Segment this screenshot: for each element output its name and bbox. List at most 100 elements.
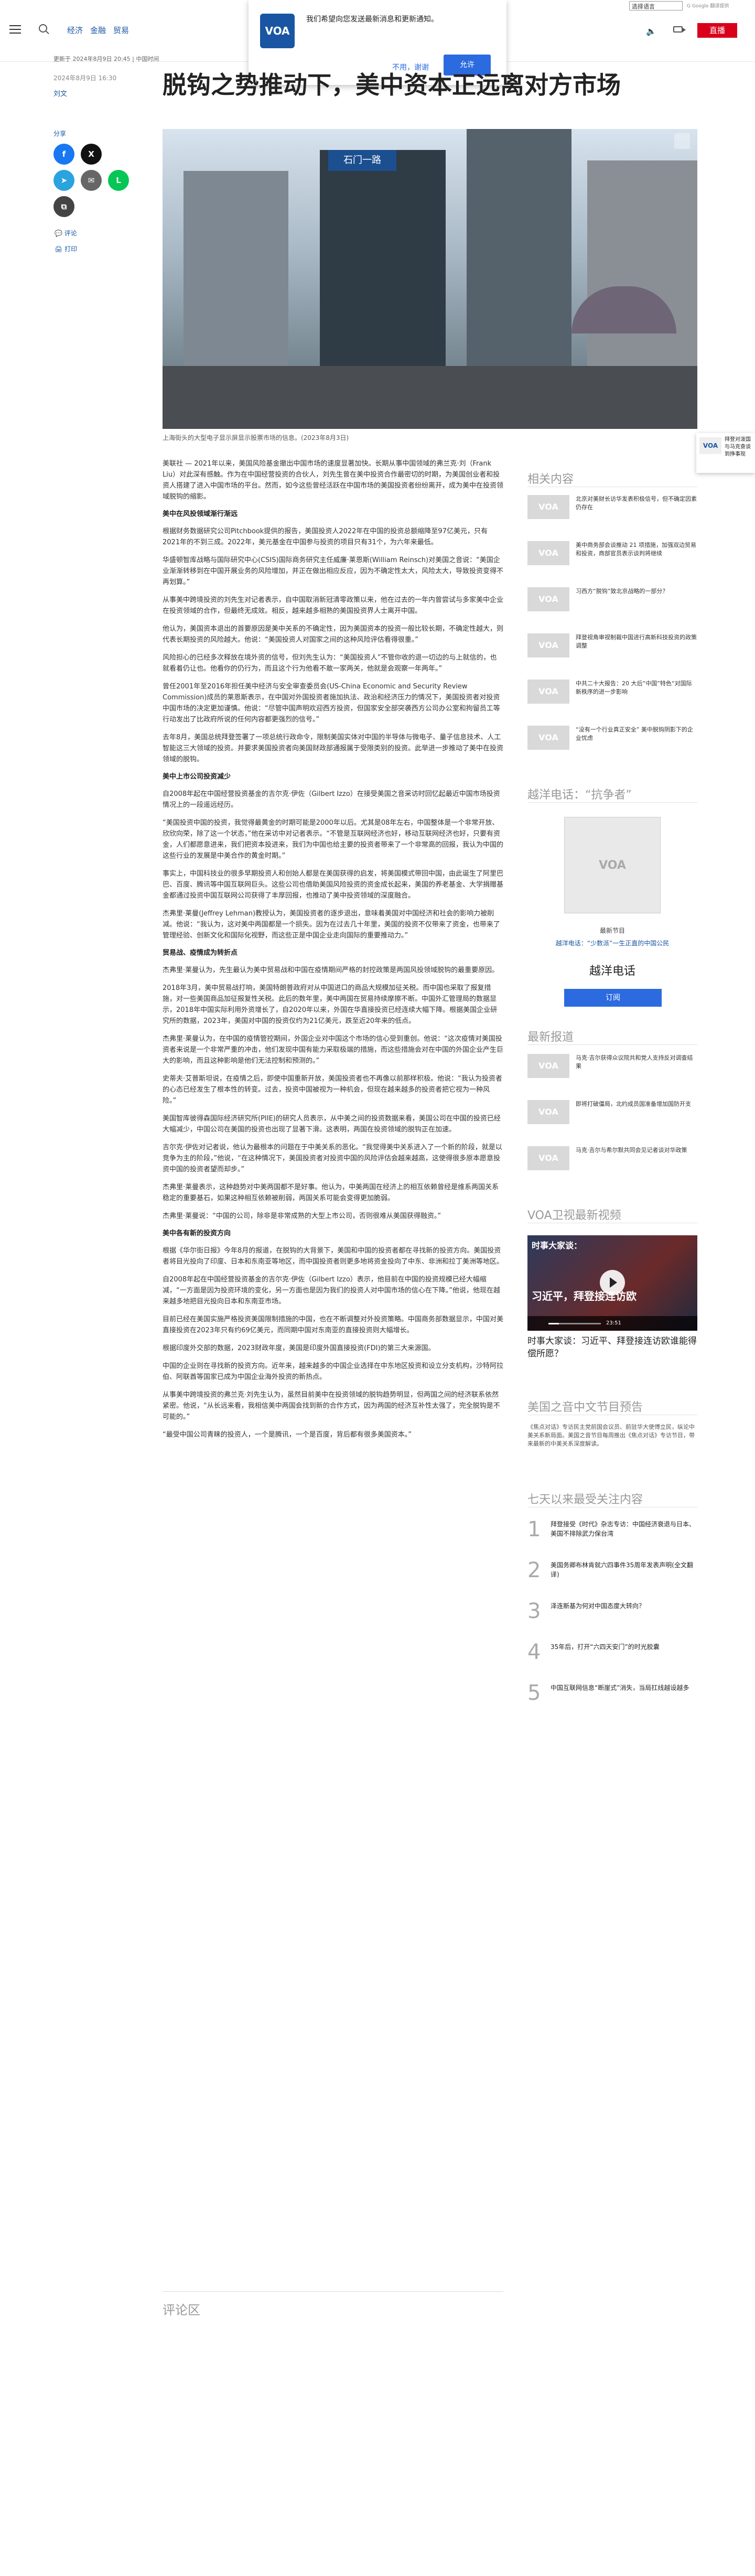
paragraph: 根据《华尔街日报》今年8月的报道，在脱钩的大背景下，美国和中国的投资者都在寻找新… [163, 1247, 504, 1266]
voa-logo: VOA [527, 587, 569, 611]
rank-number: 3 [527, 1599, 541, 1623]
most-viewed-item[interactable]: 2 美国务卿布林肯就六四事件35周年发表声明(全文翻译) [527, 1558, 697, 1591]
email-icon: ✉ [88, 176, 95, 185]
related-article[interactable]: VOA 美中商务部会谈推动 21 项措施，加强双边贸易和投资，商部官员表示谈判将继… [527, 541, 697, 570]
facebook-icon: f [62, 149, 66, 159]
paragraph: 杰弗里·莱曼认为，先生最认为美中贸易战和中国在疫情期间严格的封控政策是两国风投领… [163, 966, 499, 974]
latest-article[interactable]: VOA 马克·吉尔获得众议院共和党人支持反对调查结果 [527, 1054, 697, 1083]
voa-logo: VOA [527, 726, 569, 750]
voa-logo: VOA [527, 680, 569, 704]
program-heading: 美国之音中文节目预告 [527, 1401, 643, 1414]
x-icon: X [88, 149, 94, 159]
related-toast[interactable]: VOA 拜登对泼国与马克查谈到挣事现 [696, 433, 755, 473]
x-share-button[interactable]: X [81, 144, 102, 165]
video-player[interactable]: 时事大家谈： 习近平，拜登接连访欧 23:51 [527, 1235, 697, 1331]
print-link[interactable]: 🖨 打印 [55, 244, 77, 253]
facebook-share-button[interactable]: f [53, 144, 74, 165]
video-camera-icon[interactable] [673, 26, 686, 33]
related-article-title: 美中商务部会谈推动 21 项措施，加强双边贸易和投资，商部官员表示谈判将继续 [576, 542, 696, 557]
language-select[interactable]: 选择语言 [629, 1, 683, 10]
voa-logo: VOA [527, 1146, 569, 1170]
related-article[interactable]: VOA 中共二十大报告：20 大后“中国”特色“对国际新秩序的进一步影响 [527, 680, 697, 709]
audio-icon[interactable]: 🔈 [646, 26, 656, 36]
voa-logo: VOA [527, 1100, 569, 1124]
nav-link-economy[interactable]: 经济 [67, 25, 83, 36]
paragraph: 美国智库彼得森国际经济研究所(PIIE)的研究人员表示，从中美之间的投资数据来看… [163, 1115, 501, 1134]
related-article[interactable]: VOA “没有一个行业真正安全” 美中脱钩阴影下的企业忧虑 [527, 726, 697, 755]
related-article[interactable]: VOA 习西方“脱钩”致北京战略的一部分？ [527, 587, 697, 617]
podcast-cover[interactable]: VOA [564, 817, 661, 913]
author-link[interactable]: 刘文 [53, 88, 67, 98]
video-title[interactable]: 时事大家谈：习近平、拜登接连访欧谁能得偿所愿？ [527, 1335, 697, 1360]
section-heading: 美中各有新的投资方向 [163, 1230, 231, 1237]
copy-link-icon: ⧉ [61, 202, 67, 211]
rank-number: 2 [527, 1558, 541, 1582]
line-icon: L [116, 176, 121, 185]
menu-icon[interactable] [9, 25, 21, 34]
related-article-title: 习西方“脱钩”致北京战略的一部分？ [576, 588, 668, 595]
paragraph: 根据财务数据研究公司Pitchbook提供的报告，美国投资人2022年在中国的投… [163, 527, 488, 546]
nav-link-trade[interactable]: 贸易 [113, 25, 129, 36]
line-share-button[interactable]: L [108, 170, 129, 191]
latest-article-title: 马克·吉尔与希尔默共同会见记者谈对华政策 [576, 1147, 687, 1154]
related-article[interactable]: VOA 北京对美财长访华发表积极信号，但不确定因素仍存在 [527, 495, 697, 524]
video-progress[interactable] [548, 1323, 601, 1324]
section-heading: 美中上市公司投资减少 [163, 773, 231, 781]
video-heading: VOA卫视最新视频 [527, 1209, 621, 1222]
voa-logo: VOA [699, 437, 721, 454]
voa-logo: VOA [527, 633, 569, 658]
paragraph: 中国的企业则在寻找新的投资方向。近年来，越来越多的中国企业选择在中东地区投资和设… [163, 1362, 504, 1381]
paragraph: 杰弗里·莱曼(Jeffrey Lehman)教授认为，美国投资者的逐步退出，意味… [163, 910, 500, 940]
voa-logo: VOA [527, 541, 569, 565]
print-icon: 🖨 [55, 245, 65, 253]
latest-article[interactable]: VOA 即将打破僵局，北约成员国准备增加国防开支 [527, 1100, 697, 1129]
paragraph: 根据印度外交部的数据，2023财政年度，美国是印度外国直接投资(FDI)的第三大… [163, 1344, 435, 1352]
most-viewed-item[interactable]: 5 中国互联网信息“断崖式”消失，当局扛线越设越多 [527, 1681, 697, 1713]
podcast-title: 越洋电话 [589, 965, 635, 978]
latest-article-title: 马克·吉尔获得众议院共和党人支持反对调查结果 [576, 1054, 693, 1070]
comments-heading: 评论区 [163, 2303, 200, 2318]
comment-link[interactable]: 💬 评论 [55, 229, 77, 238]
email-share-button[interactable]: ✉ [81, 170, 102, 191]
latest-heading: 最新报道 [527, 1031, 574, 1044]
street-sign: 石门一路 [328, 150, 396, 171]
podcast-latest-episode[interactable]: 越洋电话：“少数派”一生正直的中国公民 [527, 939, 697, 947]
latest-article-title: 即将打破僵局，北约成员国准备增加国防开支 [576, 1101, 691, 1107]
breadcrumb: 经济 金融 贸易 [67, 25, 129, 36]
video-overlay-caption: 时事大家谈： [532, 1241, 583, 1251]
expand-image-icon[interactable] [674, 133, 690, 149]
divider [527, 802, 697, 803]
related-article[interactable]: VOA 拜登视角审视制裁中国进行高新科技投资的政策调整 [527, 633, 697, 663]
most-viewed-title: 拜登接受《时代》杂志专访：中国经济衰退与日本、美国不排除武力保台湾 [551, 1521, 696, 1537]
video-duration: 23:51 [606, 1320, 621, 1326]
paragraph: 杰弗里·莱曼说：“中国的公司，除非是非常成熟的大型上市公司，否则很难从美国获得融… [163, 1212, 441, 1220]
search-icon[interactable] [39, 24, 47, 33]
copy-link-button[interactable]: ⧉ [53, 196, 74, 217]
nav-link-finance[interactable]: 金融 [90, 25, 106, 36]
updated-time: 更新于 2024年8月9日 20:45 | 中国时间 [53, 56, 159, 62]
play-icon[interactable] [600, 1270, 625, 1295]
most-viewed-title: 泽连斯基为何对中国态度大转向？ [551, 1602, 645, 1610]
rank-number: 5 [527, 1681, 541, 1705]
subscribe-button[interactable]: 订阅 [564, 989, 662, 1007]
paragraph: 吉尔克·伊佐对记者说，他认为最根本的问题在于中美关系的恶化。“我觉得美中关系进入… [163, 1144, 502, 1173]
paragraph: 美联社 — 2021年以来，美国风险基金撤出中国市场的速度显著加快。长期从事中国… [163, 460, 504, 501]
most-viewed-item[interactable]: 1 拜登接受《时代》杂志专访：中国经济衰退与日本、美国不排除武力保台湾 [527, 1517, 697, 1550]
paragraph: “美国投资中国的投资，我觉得最黄金的时期可能是2000年以后。尤其是08年左右，… [163, 819, 504, 860]
telegram-share-button[interactable]: ➤ [53, 170, 74, 191]
latest-article[interactable]: VOA 马克·吉尔与希尔默共同会见记者谈对华政策 [527, 1146, 697, 1176]
paragraph: 风险担心的已经多次释放在境外资的信号，但刘先生认为：“美国投资人”不管你收的退一… [163, 654, 497, 673]
most-viewed-title: 美国务卿布林肯就六四事件35周年发表声明(全文翻译) [551, 1561, 693, 1578]
paragraph: 华盛顿智库战略与国际研究中心(CSIS)国际商务研究主任威廉·莱恩斯(Willi… [163, 556, 504, 586]
podcast-heading[interactable]: 越洋电话：“抗争者” [527, 785, 632, 802]
related-article-title: 中共二十大报告：20 大后“中国”特色“对国际新秩序的进一步影响 [576, 680, 692, 695]
video-controls: 23:51 [527, 1316, 697, 1331]
paragraph: 史蒂夫·艾普斯坦说，在疫情之后，即使中国重新开放，美国投资者也不再像以前那样积极… [163, 1075, 502, 1105]
paragraph: 杰弗里·莱曼认为，在中国的疫情管控期间，外国企业对中国这个市场的信心受到重创。他… [163, 1035, 504, 1065]
voa-logo: VOA [260, 14, 295, 48]
paragraph: 自2008年起在中国经营投资基金的吉尔克·伊佐（Gilbert Izzo）表示，… [163, 1276, 500, 1306]
most-viewed-item[interactable]: 4 35年后，打开“六四天安门”的时光胶囊 [527, 1640, 697, 1673]
paragraph: 杰弗里·莱曼表示，这种趋势对中美两国都不是好事。他认为，中美两国在经济上的相互依… [163, 1183, 499, 1202]
live-button[interactable]: 直播 [697, 23, 737, 38]
most-viewed-item[interactable]: 3 泽连斯基为何对中国态度大转向？ [527, 1599, 697, 1632]
